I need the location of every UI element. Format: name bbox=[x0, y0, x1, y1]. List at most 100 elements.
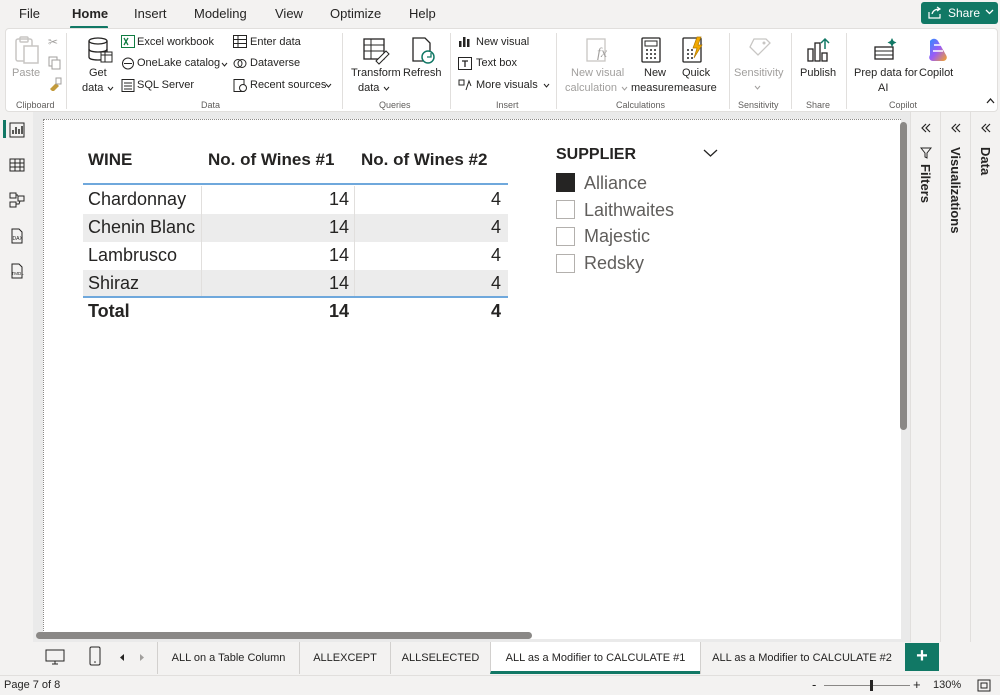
publish-button[interactable]: Publish bbox=[800, 67, 836, 79]
prep-data-ai-button[interactable]: AI bbox=[878, 82, 888, 94]
group-sensitivity: Sensitivity bbox=[738, 100, 779, 110]
data-pane-label: Data bbox=[978, 147, 993, 176]
copilot-button[interactable]: Copilot bbox=[919, 67, 953, 79]
chevron-down-icon bbox=[325, 83, 332, 88]
divider bbox=[66, 33, 67, 109]
format-painter-icon[interactable] bbox=[48, 77, 62, 91]
report-view-icon[interactable] bbox=[9, 122, 25, 138]
chevron-down-icon[interactable] bbox=[703, 148, 718, 158]
horizontal-scrollbar[interactable] bbox=[36, 632, 532, 639]
new-visual-calculation-label[interactable]: New visual bbox=[571, 67, 624, 79]
scroll-tabs-right-icon[interactable] bbox=[138, 653, 146, 662]
data-pane[interactable]: Data bbox=[970, 112, 1000, 642]
share-button[interactable]: Share bbox=[921, 2, 998, 24]
slicer-item-label[interactable]: Redsky bbox=[584, 253, 644, 274]
zoom-slider-track[interactable] bbox=[824, 685, 910, 686]
cell-wines-2: 4 bbox=[490, 217, 501, 237]
dax-query-view-icon[interactable]: DAX bbox=[9, 228, 25, 244]
new-measure-icon bbox=[641, 37, 661, 63]
fit-to-page-icon[interactable] bbox=[977, 679, 991, 692]
more-visuals-button[interactable]: More visuals bbox=[476, 79, 538, 91]
tmdl-view-icon[interactable]: TMDL bbox=[9, 263, 25, 279]
mobile-layout-icon[interactable] bbox=[88, 646, 102, 666]
onelake-catalog-button[interactable]: OneLake catalog bbox=[137, 57, 220, 69]
share-label: Share bbox=[948, 6, 981, 20]
column-header-wines-2[interactable]: No. of Wines #2 bbox=[361, 150, 487, 170]
cut-icon[interactable]: ✂ bbox=[48, 35, 62, 49]
add-page-button[interactable]: + bbox=[905, 643, 939, 671]
new-measure-label[interactable]: New bbox=[644, 67, 666, 79]
slicer-item-label[interactable]: Alliance bbox=[584, 173, 647, 194]
svg-text:TMDL: TMDL bbox=[12, 271, 25, 276]
menu-home[interactable]: Home bbox=[72, 6, 108, 21]
desktop-layout-icon[interactable] bbox=[45, 647, 65, 667]
sensitivity-button[interactable]: Sensitivity bbox=[734, 67, 784, 79]
copilot-icon bbox=[929, 38, 947, 61]
enter-data-button[interactable]: Enter data bbox=[250, 36, 301, 48]
chevron-down-icon bbox=[754, 85, 761, 90]
slicer-checkbox-redsky[interactable] bbox=[556, 254, 575, 273]
group-clipboard: Clipboard bbox=[16, 100, 55, 110]
copy-icon[interactable] bbox=[48, 56, 62, 70]
zoom-in-button[interactable]: + bbox=[913, 677, 921, 692]
text-box-icon bbox=[458, 57, 472, 70]
svg-text:fx: fx bbox=[597, 46, 608, 61]
visualizations-pane[interactable]: Visualizations bbox=[940, 112, 970, 642]
menu-modeling[interactable]: Modeling bbox=[194, 6, 247, 21]
table-view-icon[interactable] bbox=[9, 157, 25, 173]
dataverse-button[interactable]: Dataverse bbox=[250, 57, 300, 69]
expand-icon[interactable] bbox=[980, 122, 992, 134]
prep-data-ai-label[interactable]: Prep data for bbox=[854, 67, 918, 79]
new-visual-calculation-button[interactable]: calculation bbox=[565, 82, 617, 94]
refresh-button[interactable]: Refresh bbox=[403, 67, 442, 79]
chevron-down-icon bbox=[383, 86, 390, 91]
paste-button[interactable]: Paste bbox=[12, 67, 40, 79]
new-visual-calculation-icon: fx bbox=[586, 38, 608, 62]
menu-optimize[interactable]: Optimize bbox=[330, 6, 381, 21]
vertical-scrollbar[interactable] bbox=[900, 122, 907, 430]
cell-wines-1: 14 bbox=[328, 189, 349, 209]
filters-pane[interactable]: Filters bbox=[910, 112, 940, 642]
page-tab-active[interactable]: ALL as a Modifier to CALCULATE #1 bbox=[490, 642, 700, 674]
chevron-down-icon bbox=[221, 62, 228, 67]
divider bbox=[450, 33, 451, 109]
slicer-item-label[interactable]: Majestic bbox=[584, 226, 650, 247]
collapse-ribbon-icon[interactable] bbox=[986, 97, 995, 104]
new-visual-button[interactable]: New visual bbox=[476, 36, 529, 48]
zoom-out-button[interactable]: - bbox=[812, 677, 816, 692]
slicer-checkbox-majestic[interactable] bbox=[556, 227, 575, 246]
menu-view[interactable]: View bbox=[275, 6, 303, 21]
excel-workbook-button[interactable]: Excel workbook bbox=[137, 36, 214, 48]
scroll-tabs-left-icon[interactable] bbox=[118, 653, 126, 662]
new-measure-button[interactable]: measure bbox=[631, 82, 674, 94]
quick-measure-label[interactable]: Quick bbox=[682, 67, 710, 79]
get-data-label[interactable]: Get bbox=[89, 67, 107, 79]
page-tab[interactable]: ALLEXCEPT bbox=[299, 642, 390, 674]
page-tab[interactable]: ALL on a Table Column bbox=[157, 642, 299, 674]
menu-insert[interactable]: Insert bbox=[134, 6, 167, 21]
page-tab[interactable]: ALLSELECTED bbox=[390, 642, 490, 674]
page-tab[interactable]: ALL as a Modifier to CALCULATE #2 bbox=[700, 642, 903, 674]
expand-icon[interactable] bbox=[950, 122, 962, 134]
cell-wines-2: 4 bbox=[490, 245, 501, 265]
menu-help[interactable]: Help bbox=[409, 6, 436, 21]
get-data-button[interactable]: data bbox=[82, 82, 103, 94]
model-view-icon[interactable] bbox=[9, 192, 25, 208]
divider bbox=[342, 33, 343, 109]
slicer-checkbox-alliance[interactable] bbox=[556, 173, 575, 192]
quick-measure-button[interactable]: measure bbox=[674, 82, 717, 94]
slicer-item-label[interactable]: Laithwaites bbox=[584, 200, 674, 221]
transform-data-button[interactable]: data bbox=[358, 82, 379, 94]
text-box-button[interactable]: Text box bbox=[476, 57, 517, 69]
sql-server-button[interactable]: SQL Server bbox=[137, 79, 194, 91]
menu-file[interactable]: File bbox=[19, 6, 40, 21]
expand-icon[interactable] bbox=[920, 122, 932, 134]
column-header-wines-1[interactable]: No. of Wines #1 bbox=[208, 150, 334, 170]
slicer-checkbox-laithwaites[interactable] bbox=[556, 200, 575, 219]
transform-data-label[interactable]: Transform bbox=[351, 67, 401, 79]
zoom-slider-thumb[interactable] bbox=[869, 680, 873, 691]
recent-sources-button[interactable]: Recent sources bbox=[250, 79, 326, 91]
column-header-wine[interactable]: WINE bbox=[88, 150, 132, 170]
group-data: Data bbox=[201, 100, 221, 110]
divider bbox=[846, 33, 847, 109]
